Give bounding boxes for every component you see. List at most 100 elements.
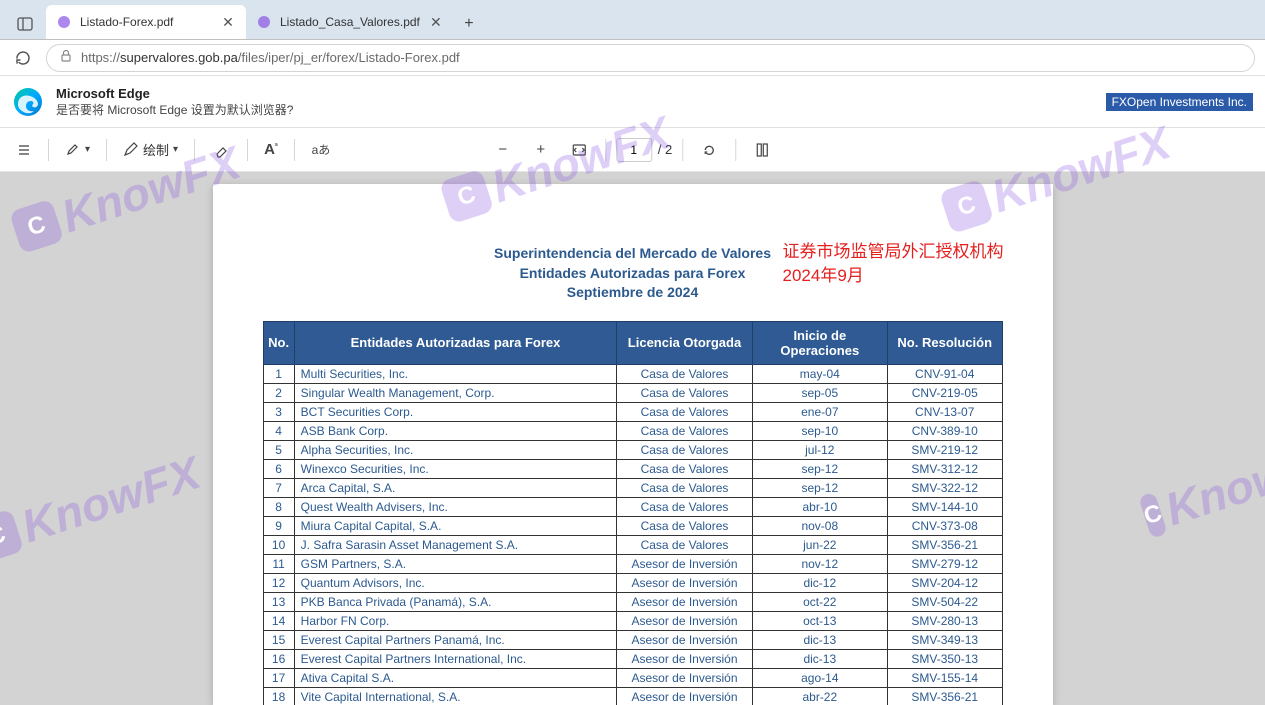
refresh-icon xyxy=(14,49,32,67)
site-security-icon[interactable] xyxy=(59,49,73,66)
cell-date: sep-12 xyxy=(752,459,887,478)
cell-resolution: SMV-279-12 xyxy=(887,554,1002,573)
col-no: No. xyxy=(263,321,294,364)
refresh-button[interactable] xyxy=(10,45,36,71)
cell-date: jul-12 xyxy=(752,440,887,459)
table-row: 9Miura Capital Capital, S.A.Casa de Valo… xyxy=(263,516,1002,535)
contents-button[interactable] xyxy=(10,134,38,166)
cell-no: 18 xyxy=(263,687,294,705)
pdf-viewport[interactable]: Superintendencia del Mercado de Valores … xyxy=(0,172,1265,705)
draw-label: 绘制 xyxy=(143,140,169,159)
banner-title: Microsoft Edge xyxy=(56,86,293,101)
cell-no: 17 xyxy=(263,668,294,687)
cell-entity: PKB Banca Privada (Panamá), S.A. xyxy=(294,592,617,611)
cell-license: Asesor de Inversión xyxy=(617,668,752,687)
cell-entity: Vite Capital International, S.A. xyxy=(294,687,617,705)
rotate-button[interactable] xyxy=(693,134,725,166)
find-highlight: FXOpen Investments Inc. xyxy=(1106,93,1253,111)
cell-license: Casa de Valores xyxy=(617,535,752,554)
list-icon xyxy=(16,142,32,158)
draw-button[interactable]: 绘制 ▾ xyxy=(117,134,184,166)
table-row: 18Vite Capital International, S.A.Asesor… xyxy=(263,687,1002,705)
cell-no: 3 xyxy=(263,402,294,421)
cell-no: 15 xyxy=(263,630,294,649)
banner-subtitle: 是否要将 Microsoft Edge 设置为默认浏览器? xyxy=(56,101,293,118)
cell-date: sep-05 xyxy=(752,383,887,402)
tab-inactive[interactable]: Listado_Casa_Valores.pdf ✕ xyxy=(246,5,454,39)
highlight-button[interactable]: ▾ xyxy=(59,134,96,166)
table-row: 3BCT Securities Corp.Casa de Valoresene-… xyxy=(263,402,1002,421)
cell-no: 7 xyxy=(263,478,294,497)
table-row: 8Quest Wealth Advisers, Inc.Casa de Valo… xyxy=(263,497,1002,516)
cell-date: oct-13 xyxy=(752,611,887,630)
page-total: / 2 xyxy=(658,142,672,157)
cell-entity: J. Safra Sarasin Asset Management S.A. xyxy=(294,535,617,554)
cell-license: Asesor de Inversión xyxy=(617,611,752,630)
translate-icon: aあ xyxy=(312,141,331,158)
address-bar[interactable]: https://supervalores.gob.pa/files/iper/p… xyxy=(46,44,1255,72)
cell-date: abr-22 xyxy=(752,687,887,705)
table-row: 10J. Safra Sarasin Asset Management S.A.… xyxy=(263,535,1002,554)
cell-date: ene-07 xyxy=(752,402,887,421)
table-row: 7Arca Capital, S.A.Casa de Valoressep-12… xyxy=(263,478,1002,497)
cell-entity: Everest Capital Partners Panamá, Inc. xyxy=(294,630,617,649)
document-header: Superintendencia del Mercado de Valores … xyxy=(223,244,1043,303)
cell-license: Casa de Valores xyxy=(617,497,752,516)
table-row: 12Quantum Advisors, Inc.Asesor de Invers… xyxy=(263,573,1002,592)
tab-close-button[interactable]: ✕ xyxy=(220,14,236,30)
cell-license: Asesor de Inversión xyxy=(617,687,752,705)
cell-date: abr-10 xyxy=(752,497,887,516)
cell-resolution: SMV-349-13 xyxy=(887,630,1002,649)
cell-date: may-04 xyxy=(752,364,887,383)
read-aloud-button[interactable]: aあ xyxy=(305,134,337,166)
cell-no: 8 xyxy=(263,497,294,516)
erase-button[interactable] xyxy=(205,134,237,166)
tab-actions-button[interactable] xyxy=(10,9,40,39)
tab-active[interactable]: Listado-Forex.pdf ✕ xyxy=(46,5,246,39)
rotate-icon xyxy=(701,142,717,158)
cell-entity: BCT Securities Corp. xyxy=(294,402,617,421)
page-view-button[interactable] xyxy=(746,134,778,166)
cell-license: Casa de Valores xyxy=(617,440,752,459)
cell-no: 11 xyxy=(263,554,294,573)
zoom-in-button[interactable]: + xyxy=(525,134,557,166)
new-tab-button[interactable]: + xyxy=(454,9,484,39)
cell-resolution: CNV-91-04 xyxy=(887,364,1002,383)
text-button[interactable]: Aˢ xyxy=(258,134,284,166)
forex-entities-table: No. Entidades Autorizadas para Forex Lic… xyxy=(263,321,1003,705)
pdf-toolbar: ▾ 绘制 ▾ Aˢ aあ − + / 2 xyxy=(0,128,1265,172)
cell-license: Casa de Valores xyxy=(617,364,752,383)
cell-license: Casa de Valores xyxy=(617,459,752,478)
toolbar-separator xyxy=(194,139,195,161)
fit-page-button[interactable] xyxy=(563,134,595,166)
toolbar-separator xyxy=(682,139,683,161)
eraser-icon xyxy=(213,142,229,158)
cell-entity: Ativa Capital S.A. xyxy=(294,668,617,687)
cell-date: dic-13 xyxy=(752,630,887,649)
cell-no: 4 xyxy=(263,421,294,440)
col-entity: Entidades Autorizadas para Forex xyxy=(294,321,617,364)
col-start: Inicio de Operaciones xyxy=(752,321,887,364)
cell-license: Casa de Valores xyxy=(617,516,752,535)
table-row: 17Ativa Capital S.A.Asesor de Inversióna… xyxy=(263,668,1002,687)
tab-close-button[interactable]: ✕ xyxy=(428,14,444,30)
pencil-icon xyxy=(123,142,139,158)
cell-resolution: CNV-13-07 xyxy=(887,402,1002,421)
page-number-input[interactable] xyxy=(616,138,652,162)
chevron-down-icon: ▾ xyxy=(173,144,178,155)
cell-resolution: SMV-356-21 xyxy=(887,687,1002,705)
cell-date: ago-14 xyxy=(752,668,887,687)
table-row: 2Singular Wealth Management, Corp.Casa d… xyxy=(263,383,1002,402)
table-row: 6Winexco Securities, Inc.Casa de Valores… xyxy=(263,459,1002,478)
cell-resolution: SMV-322-12 xyxy=(887,478,1002,497)
cell-resolution: SMV-312-12 xyxy=(887,459,1002,478)
zoom-out-button[interactable]: − xyxy=(487,134,519,166)
toolbar-separator xyxy=(294,139,295,161)
cell-date: nov-12 xyxy=(752,554,887,573)
cell-resolution: CNV-219-05 xyxy=(887,383,1002,402)
table-row: 11GSM Partners, S.A.Asesor de Inversiónn… xyxy=(263,554,1002,573)
cell-resolution: SMV-350-13 xyxy=(887,649,1002,668)
cell-license: Casa de Valores xyxy=(617,402,752,421)
table-header-row: No. Entidades Autorizadas para Forex Lic… xyxy=(263,321,1002,364)
toolbar-separator xyxy=(605,139,606,161)
